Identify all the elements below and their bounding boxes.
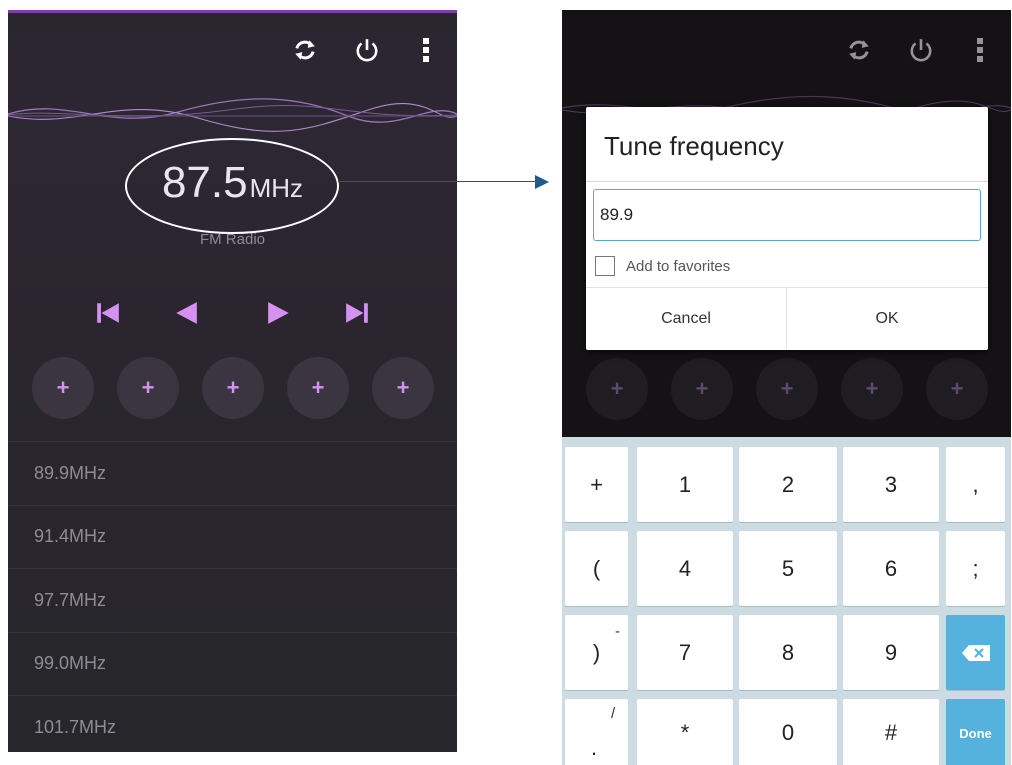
key-1[interactable]: 1 [637, 447, 733, 522]
key-4[interactable]: 4 [637, 531, 733, 606]
key-hash[interactable]: # [843, 699, 939, 765]
numeric-keyboard: + 1 2 3 , ( 4 5 6 ; ) - 7 8 9 . / * 0 # … [562, 437, 1011, 765]
skip-next-icon[interactable] [341, 297, 373, 329]
callout-arrow-head [535, 175, 549, 189]
station-item[interactable]: 97.7 MHz [8, 568, 457, 632]
more-vert-icon [964, 34, 996, 66]
dialog-divider [586, 181, 988, 182]
key-close-paren[interactable]: ) - [565, 615, 628, 690]
station-item[interactable]: 89.9 MHz [8, 441, 457, 505]
preset-button-1[interactable]: + [32, 357, 94, 419]
status-strip [8, 10, 457, 13]
preset-button-1: + [586, 358, 648, 420]
more-vert-icon[interactable] [410, 34, 442, 66]
key-close-paren-label: ) [592, 639, 601, 665]
key-close-paren-alt: - [615, 623, 620, 640]
key-plus[interactable]: + [565, 447, 628, 522]
key-open-paren[interactable]: ( [565, 531, 628, 606]
dialog-title: Tune frequency [604, 131, 784, 161]
tune-frequency-screen: + + + + + Tune frequency 89.9 Add to fav… [562, 10, 1011, 765]
preset-button-3[interactable]: + [202, 357, 264, 419]
callout-arrow-line [338, 181, 536, 182]
preset-button-4: + [841, 358, 903, 420]
done-key[interactable]: Done [946, 699, 1005, 765]
key-5[interactable]: 5 [739, 531, 837, 606]
preset-button-2[interactable]: + [117, 357, 179, 419]
key-6[interactable]: 6 [843, 531, 939, 606]
backspace-icon [961, 644, 990, 661]
favorites-checkbox[interactable] [595, 256, 615, 276]
refresh-icon [843, 34, 875, 66]
key-asterisk[interactable]: * [637, 699, 733, 765]
station-list: 89.9 MHz 91.4 MHz 97.7 MHz 99.0 MHz 101.7 MHz [8, 441, 457, 752]
station-item[interactable]: 91.4 MHz [8, 504, 457, 569]
key-comma[interactable]: , [946, 447, 1005, 522]
key-period[interactable]: . / [565, 699, 628, 765]
preset-button-5[interactable]: + [372, 357, 434, 419]
favorites-label: Add to favorites [626, 257, 731, 275]
power-icon [905, 34, 937, 66]
highlight-ellipse [125, 138, 339, 234]
key-3[interactable]: 3 [843, 447, 939, 522]
frequency-input[interactable]: 89.9 [593, 189, 981, 241]
fm-radio-screen: 87.5MHz FM Radio + + + + + 89.9 MHz 91.4 M… [8, 10, 457, 752]
refresh-icon[interactable] [289, 34, 321, 66]
key-2[interactable]: 2 [739, 447, 837, 522]
key-period-alt: / [611, 705, 616, 722]
key-0[interactable]: 0 [739, 699, 837, 765]
preset-button-4[interactable]: + [287, 357, 349, 419]
ok-button[interactable]: OK [787, 288, 987, 350]
station-item[interactable]: 101.7 MHz [8, 695, 457, 752]
favorites-row[interactable]: Add to favorites [595, 256, 730, 276]
seek-back-icon[interactable] [170, 297, 202, 329]
key-9[interactable]: 9 [843, 615, 939, 690]
key-7[interactable]: 7 [637, 615, 733, 690]
power-icon[interactable] [351, 34, 383, 66]
key-period-label: . [591, 735, 598, 760]
skip-previous-icon[interactable] [92, 297, 124, 329]
key-8[interactable]: 8 [739, 615, 837, 690]
seek-forward-icon[interactable] [263, 297, 295, 329]
waveform-graphic [8, 98, 457, 132]
station-item[interactable]: 99.0 MHz [8, 631, 457, 696]
backspace-key[interactable] [946, 615, 1005, 690]
tune-frequency-dialog: Tune frequency 89.9 Add to favorites Can… [586, 107, 988, 350]
preset-button-2: + [671, 358, 733, 420]
preset-button-3: + [756, 358, 818, 420]
cancel-button[interactable]: Cancel [586, 288, 786, 350]
preset-button-5: + [926, 358, 988, 420]
key-semicolon[interactable]: ; [946, 531, 1005, 606]
